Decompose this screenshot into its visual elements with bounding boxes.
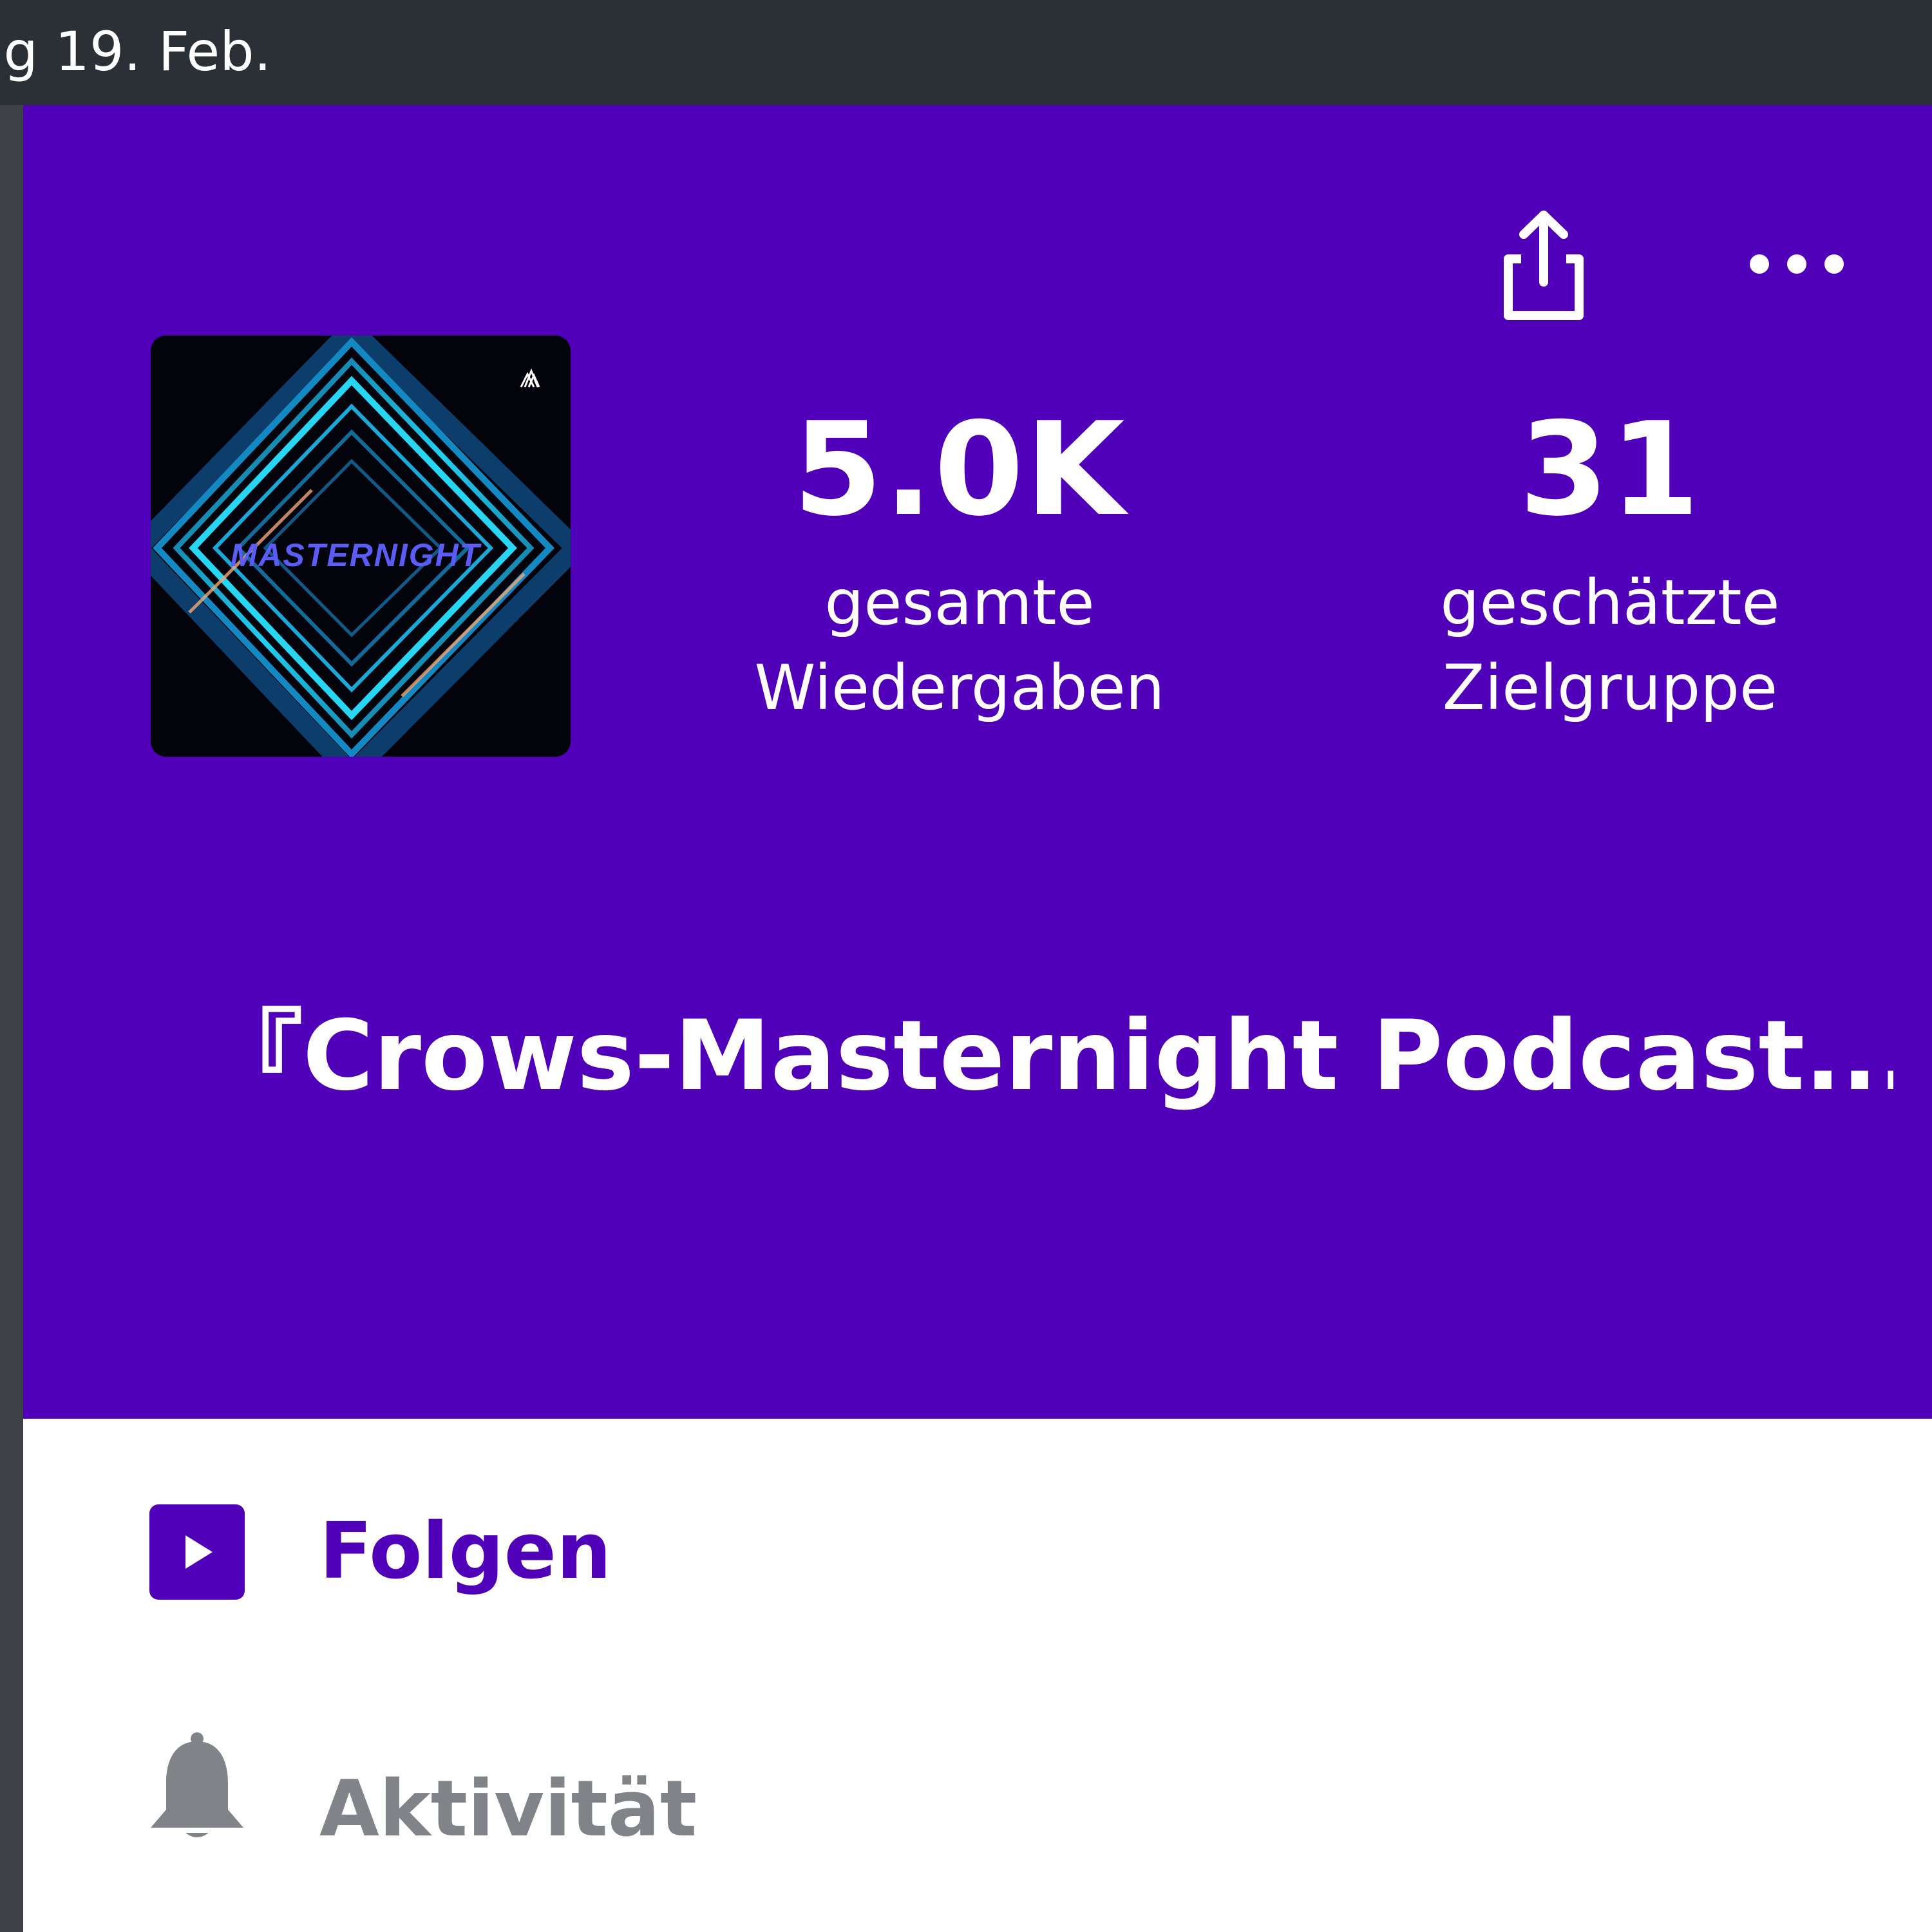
estimated-audience-label: geschätzte Zielgruppe	[1352, 560, 1868, 730]
more-options-button[interactable]	[1739, 225, 1855, 303]
podcast-cover-art: MASTERNIGHT	[151, 336, 571, 757]
estimated-audience-stat: 31 geschätzte Zielgruppe	[1352, 399, 1868, 730]
status-date: ag 19. Feb.	[0, 20, 272, 83]
total-plays-label-line1: gesamte	[824, 567, 1095, 639]
total-plays-label: gesamte Wiedergaben	[702, 560, 1217, 730]
share-icon	[1504, 211, 1584, 320]
nav-item-episodes[interactable]: Folgen	[23, 1430, 1932, 1674]
status-bar: ag 19. Feb.	[0, 0, 1932, 105]
total-plays-stat: 5.0K gesamte Wiedergaben	[702, 399, 1217, 730]
left-edge-divider	[0, 105, 23, 1932]
nav-item-activity[interactable]: Aktivität	[23, 1687, 1932, 1932]
app-screen: ag 19. Feb. MASTERNIGHT 5.0K gesamte Wie…	[0, 0, 1932, 1932]
estimated-audience-value: 31	[1519, 395, 1701, 545]
total-plays-label-line2: Wiedergaben	[754, 652, 1165, 724]
cover-title: MASTERNIGHT	[231, 537, 482, 573]
play-square-icon	[149, 1504, 245, 1600]
nav-item-activity-label: Aktivität	[319, 1765, 697, 1854]
estimated-audience-label-line2: Zielgruppe	[1442, 652, 1778, 724]
nav-item-episodes-label: Folgen	[319, 1507, 612, 1596]
podcast-header	[23, 105, 1932, 1419]
total-plays-value: 5.0K	[793, 395, 1126, 545]
more-horizontal-icon	[1750, 254, 1844, 274]
podcast-title: 『Crows-Masternight Podcast...	[206, 1000, 1893, 1112]
share-button[interactable]	[1481, 206, 1604, 328]
estimated-audience-label-line1: geschätzte	[1440, 567, 1780, 639]
bell-icon	[151, 1732, 243, 1837]
